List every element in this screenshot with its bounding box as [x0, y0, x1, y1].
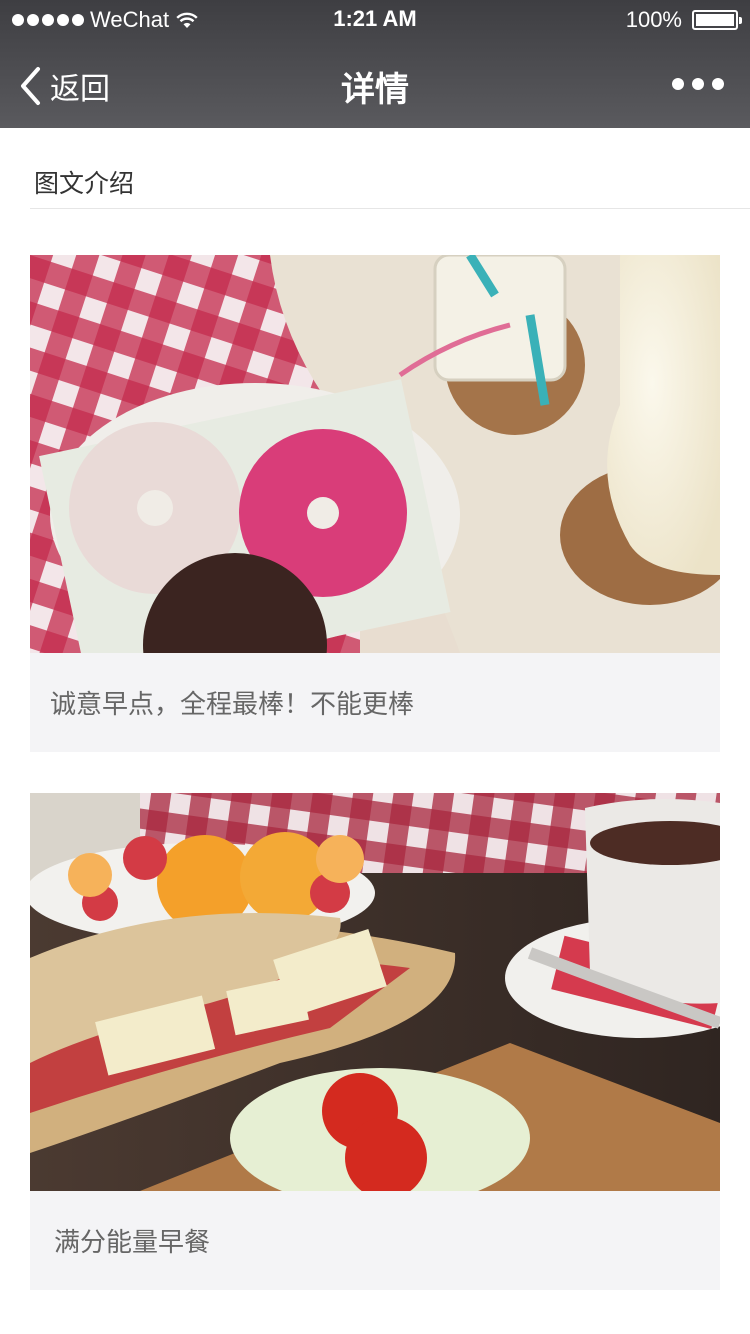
list-item[interactable]: 诚意早点，全程最棒！不能更棒 [30, 255, 720, 752]
card-caption: 诚意早点，全程最棒！不能更棒 [30, 653, 720, 752]
battery-icon [692, 10, 742, 30]
battery-percent: 100% [625, 7, 682, 32]
card-caption: 满分能量早餐 [30, 1191, 720, 1290]
status-right: 100% [625, 7, 742, 33]
section-title: 图文介绍 [30, 148, 750, 209]
donuts-and-milk-photo [30, 255, 720, 653]
status-bar: WeChat 1:21 AM 100% [0, 0, 750, 40]
top-bar: WeChat 1:21 AM 100% 返回 详情 [0, 0, 750, 128]
more-dots-icon[interactable] [672, 78, 724, 90]
sandwich-and-tea-photo [30, 793, 720, 1191]
nav-bar: 返回 详情 [0, 40, 750, 128]
list-item[interactable]: 满分能量早餐 [30, 793, 720, 1290]
battery-fill [696, 14, 734, 26]
page-title: 详情 [341, 70, 409, 110]
